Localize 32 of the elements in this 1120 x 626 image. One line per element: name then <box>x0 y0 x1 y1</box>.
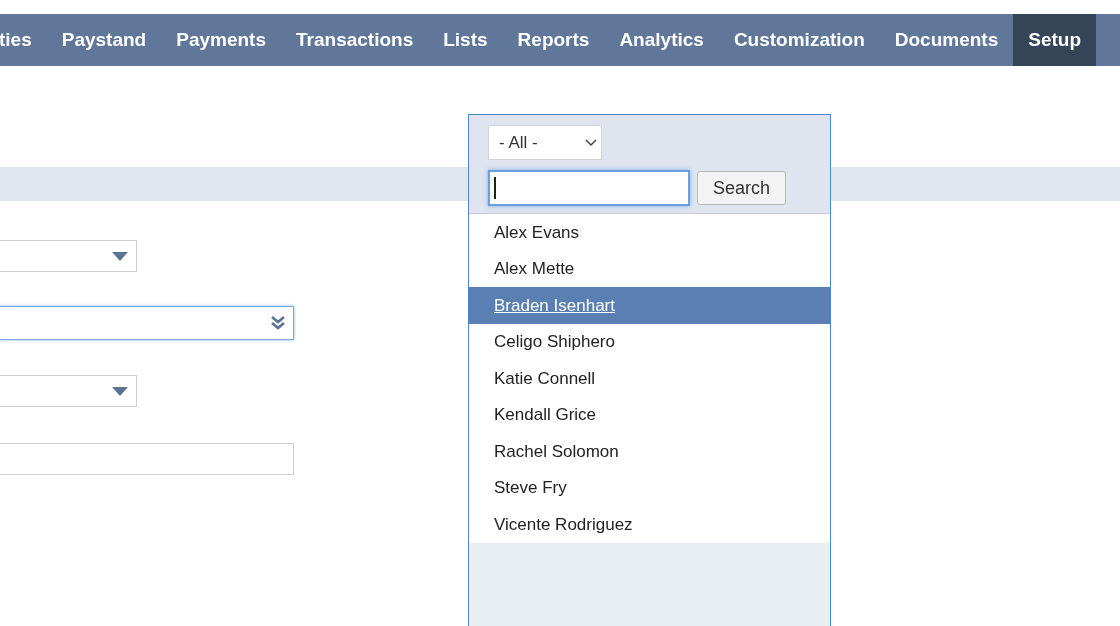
filter-dropdown[interactable]: - All - <box>488 125 602 160</box>
list-option[interactable]: Katie Connell <box>469 360 830 397</box>
dropdown-field[interactable] <box>0 240 137 272</box>
dropdown-field[interactable] <box>0 306 294 340</box>
list-option[interactable]: Alex Evans <box>469 214 830 251</box>
input-field[interactable] <box>0 443 294 475</box>
list-option[interactable]: Vicente Rodriguez <box>469 506 830 543</box>
list-option[interactable]: Alex Mette <box>469 250 830 287</box>
double-chevron-icon <box>271 316 285 330</box>
search-field[interactable] <box>488 170 690 206</box>
search-button[interactable]: Search <box>697 171 787 205</box>
text-cursor <box>494 177 496 199</box>
list-option[interactable]: Kendall Grice <box>469 396 830 433</box>
chevron-down-icon <box>585 138 597 147</box>
filter-value: - All - <box>499 131 538 154</box>
nav-tab[interactable]: Reports <box>502 14 605 66</box>
nav-tab[interactable]: Transactions <box>281 14 429 66</box>
dropdown-field[interactable] <box>0 375 137 407</box>
list-option[interactable]: Braden Isenhart <box>469 287 830 324</box>
nav-tab[interactable]: ties <box>0 14 47 66</box>
list-option[interactable]: Rachel Solomon <box>469 433 830 470</box>
nav-tab[interactable]: Payments <box>161 14 281 66</box>
nav-tab[interactable]: Analytics <box>604 14 719 66</box>
nav-tab[interactable]: Lists <box>428 14 503 66</box>
list-option[interactable]: Steve Fry <box>469 469 830 506</box>
list-option[interactable]: Celigo Shiphero <box>469 323 830 360</box>
nav-tab[interactable]: Paystand <box>46 14 162 66</box>
nav-tab[interactable]: Setup <box>1013 14 1096 66</box>
caret-down-icon <box>112 251 128 261</box>
caret-down-icon <box>112 386 128 396</box>
nav-tab[interactable]: Customization <box>718 14 880 66</box>
nav-tab[interactable]: Documents <box>879 14 1014 66</box>
